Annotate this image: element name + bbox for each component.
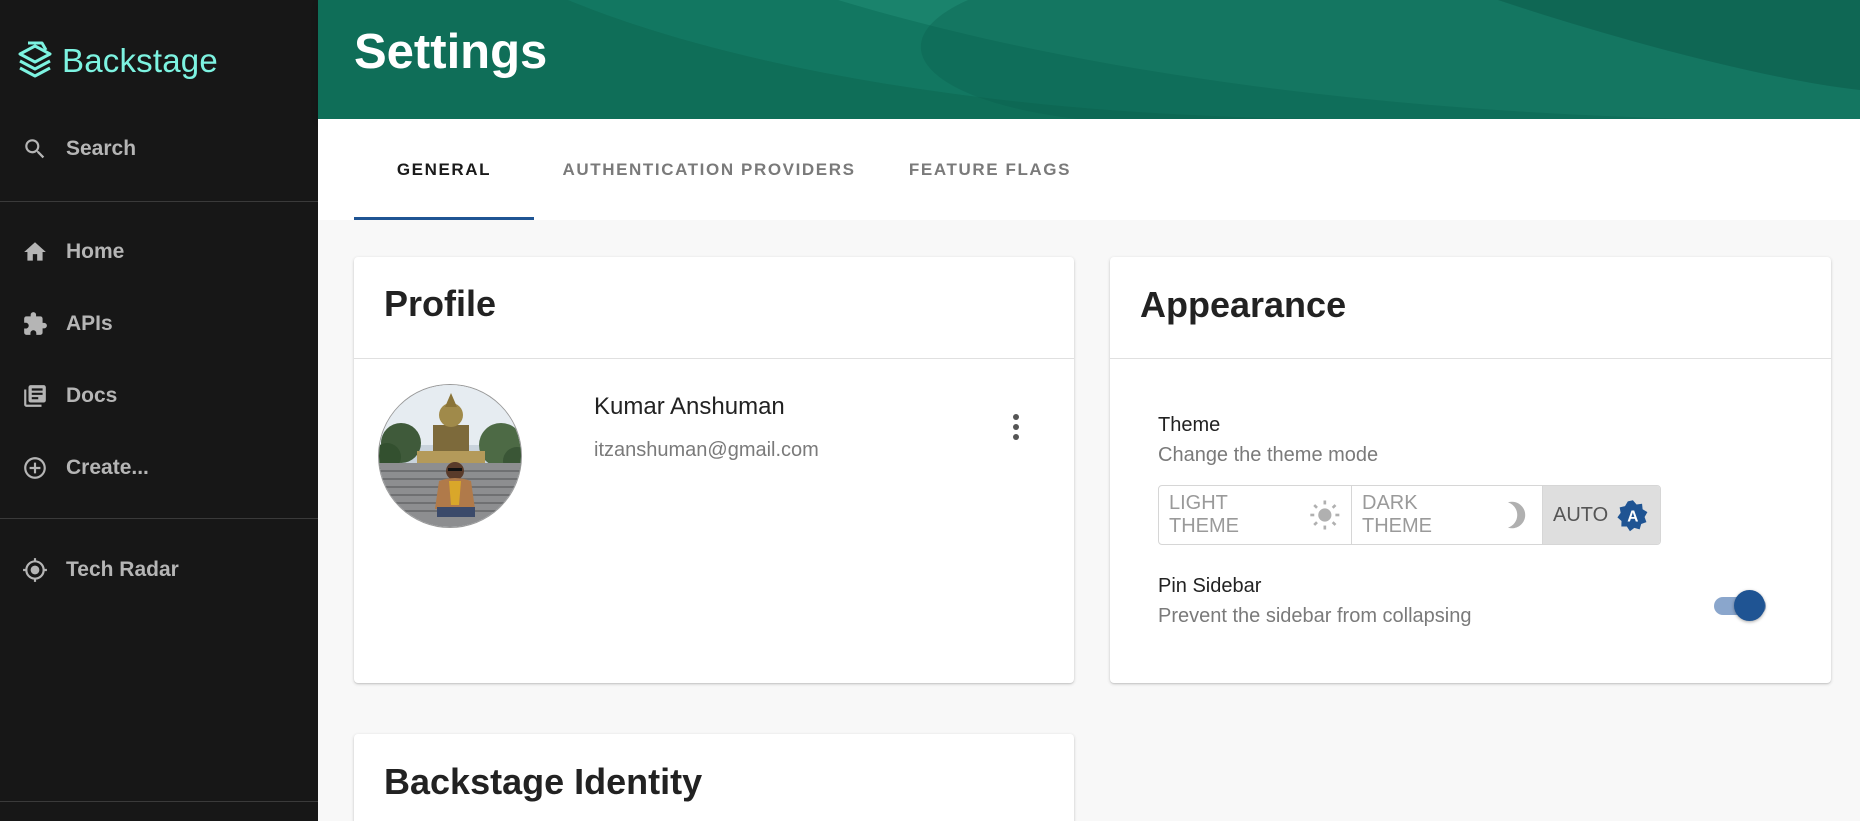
brand-name: Backstage bbox=[62, 42, 218, 79]
header-wave-decoration bbox=[568, 0, 1860, 119]
svg-text:A: A bbox=[1628, 508, 1639, 525]
sidebar-divider bbox=[0, 201, 318, 202]
light-theme-label: LIGHT THEME bbox=[1169, 492, 1239, 537]
moon-icon bbox=[1508, 501, 1526, 529]
auto-theme-label: AUTO bbox=[1553, 503, 1609, 526]
appearance-card-title: Appearance bbox=[1140, 284, 1347, 325]
sidebar-item-search[interactable]: Search bbox=[0, 121, 318, 177]
sidebar: Backstage Search Home APIs Docs Create..… bbox=[0, 0, 318, 821]
backstage-identity-card: Backstage Identity bbox=[354, 734, 1074, 821]
gps-fixed-icon bbox=[22, 557, 48, 583]
add-circle-icon bbox=[22, 455, 48, 481]
sidebar-item-docs[interactable]: Docs bbox=[0, 368, 318, 424]
page-title: Settings bbox=[354, 25, 548, 79]
sidebar-item-label: Tech Radar bbox=[66, 558, 179, 581]
search-icon bbox=[22, 136, 48, 162]
active-tab-indicator bbox=[354, 217, 534, 220]
theme-label: Theme bbox=[1158, 414, 1221, 436]
avatar bbox=[378, 384, 522, 528]
auto-theme-button[interactable]: AUTO A bbox=[1543, 486, 1660, 544]
sidebar-item-label: Docs bbox=[66, 384, 118, 407]
theme-toggle-group: LIGHT THEME DARK THEME AUTO A bbox=[1158, 485, 1661, 545]
card-divider bbox=[354, 358, 1074, 359]
sidebar-item-label: Create... bbox=[66, 456, 149, 479]
sidebar-divider bbox=[0, 801, 318, 802]
tab-authentication-providers[interactable]: AUTHENTICATION PROVIDERS bbox=[546, 119, 872, 220]
dark-theme-label: DARK THEME bbox=[1362, 492, 1432, 537]
pin-sidebar-description: Prevent the sidebar from collapsing bbox=[1158, 605, 1472, 627]
profile-email: itzanshuman@gmail.com bbox=[594, 439, 819, 461]
sidebar-divider bbox=[0, 518, 318, 519]
puzzle-icon bbox=[22, 311, 48, 337]
sidebar-item-tech-radar[interactable]: Tech Radar bbox=[0, 542, 318, 598]
tab-bar: GENERAL AUTHENTICATION PROVIDERS FEATURE… bbox=[318, 119, 1860, 220]
profile-photo bbox=[379, 385, 521, 527]
tab-general[interactable]: GENERAL bbox=[354, 119, 534, 220]
profile-name: Kumar Anshuman bbox=[594, 393, 785, 420]
profile-card-title: Profile bbox=[384, 283, 497, 324]
page-header: Settings bbox=[318, 0, 1860, 119]
pin-sidebar-label: Pin Sidebar bbox=[1158, 575, 1262, 597]
library-books-icon bbox=[22, 383, 48, 409]
sidebar-item-apis[interactable]: APIs bbox=[0, 296, 318, 352]
sidebar-item-label: APIs bbox=[66, 312, 113, 335]
appearance-card: Appearance Theme Change the theme mode L… bbox=[1110, 257, 1831, 683]
sun-icon bbox=[1310, 500, 1340, 530]
sidebar-item-home[interactable]: Home bbox=[0, 224, 318, 280]
tab-feature-flags[interactable]: FEATURE FLAGS bbox=[890, 119, 1090, 220]
profile-card: Profile Kumar Anshuman itzanshuman@gmail… bbox=[354, 257, 1074, 683]
switch-thumb bbox=[1734, 590, 1765, 621]
dark-theme-button[interactable]: DARK THEME bbox=[1352, 486, 1543, 544]
sidebar-item-label: Search bbox=[66, 137, 137, 160]
more-vert-icon[interactable] bbox=[1004, 407, 1028, 447]
light-theme-button[interactable]: LIGHT THEME bbox=[1159, 486, 1352, 544]
card-divider bbox=[1110, 358, 1831, 359]
theme-description: Change the theme mode bbox=[1158, 444, 1379, 466]
pin-sidebar-switch[interactable] bbox=[1710, 587, 1770, 621]
sidebar-item-label: Home bbox=[66, 240, 125, 263]
identity-card-title: Backstage Identity bbox=[384, 761, 703, 802]
backstage-logo-icon bbox=[18, 41, 52, 78]
home-icon bbox=[22, 239, 48, 265]
backstage-logo[interactable]: Backstage bbox=[16, 36, 218, 86]
sidebar-item-create[interactable]: Create... bbox=[0, 440, 318, 496]
auto-mode-icon: A bbox=[1617, 500, 1648, 532]
